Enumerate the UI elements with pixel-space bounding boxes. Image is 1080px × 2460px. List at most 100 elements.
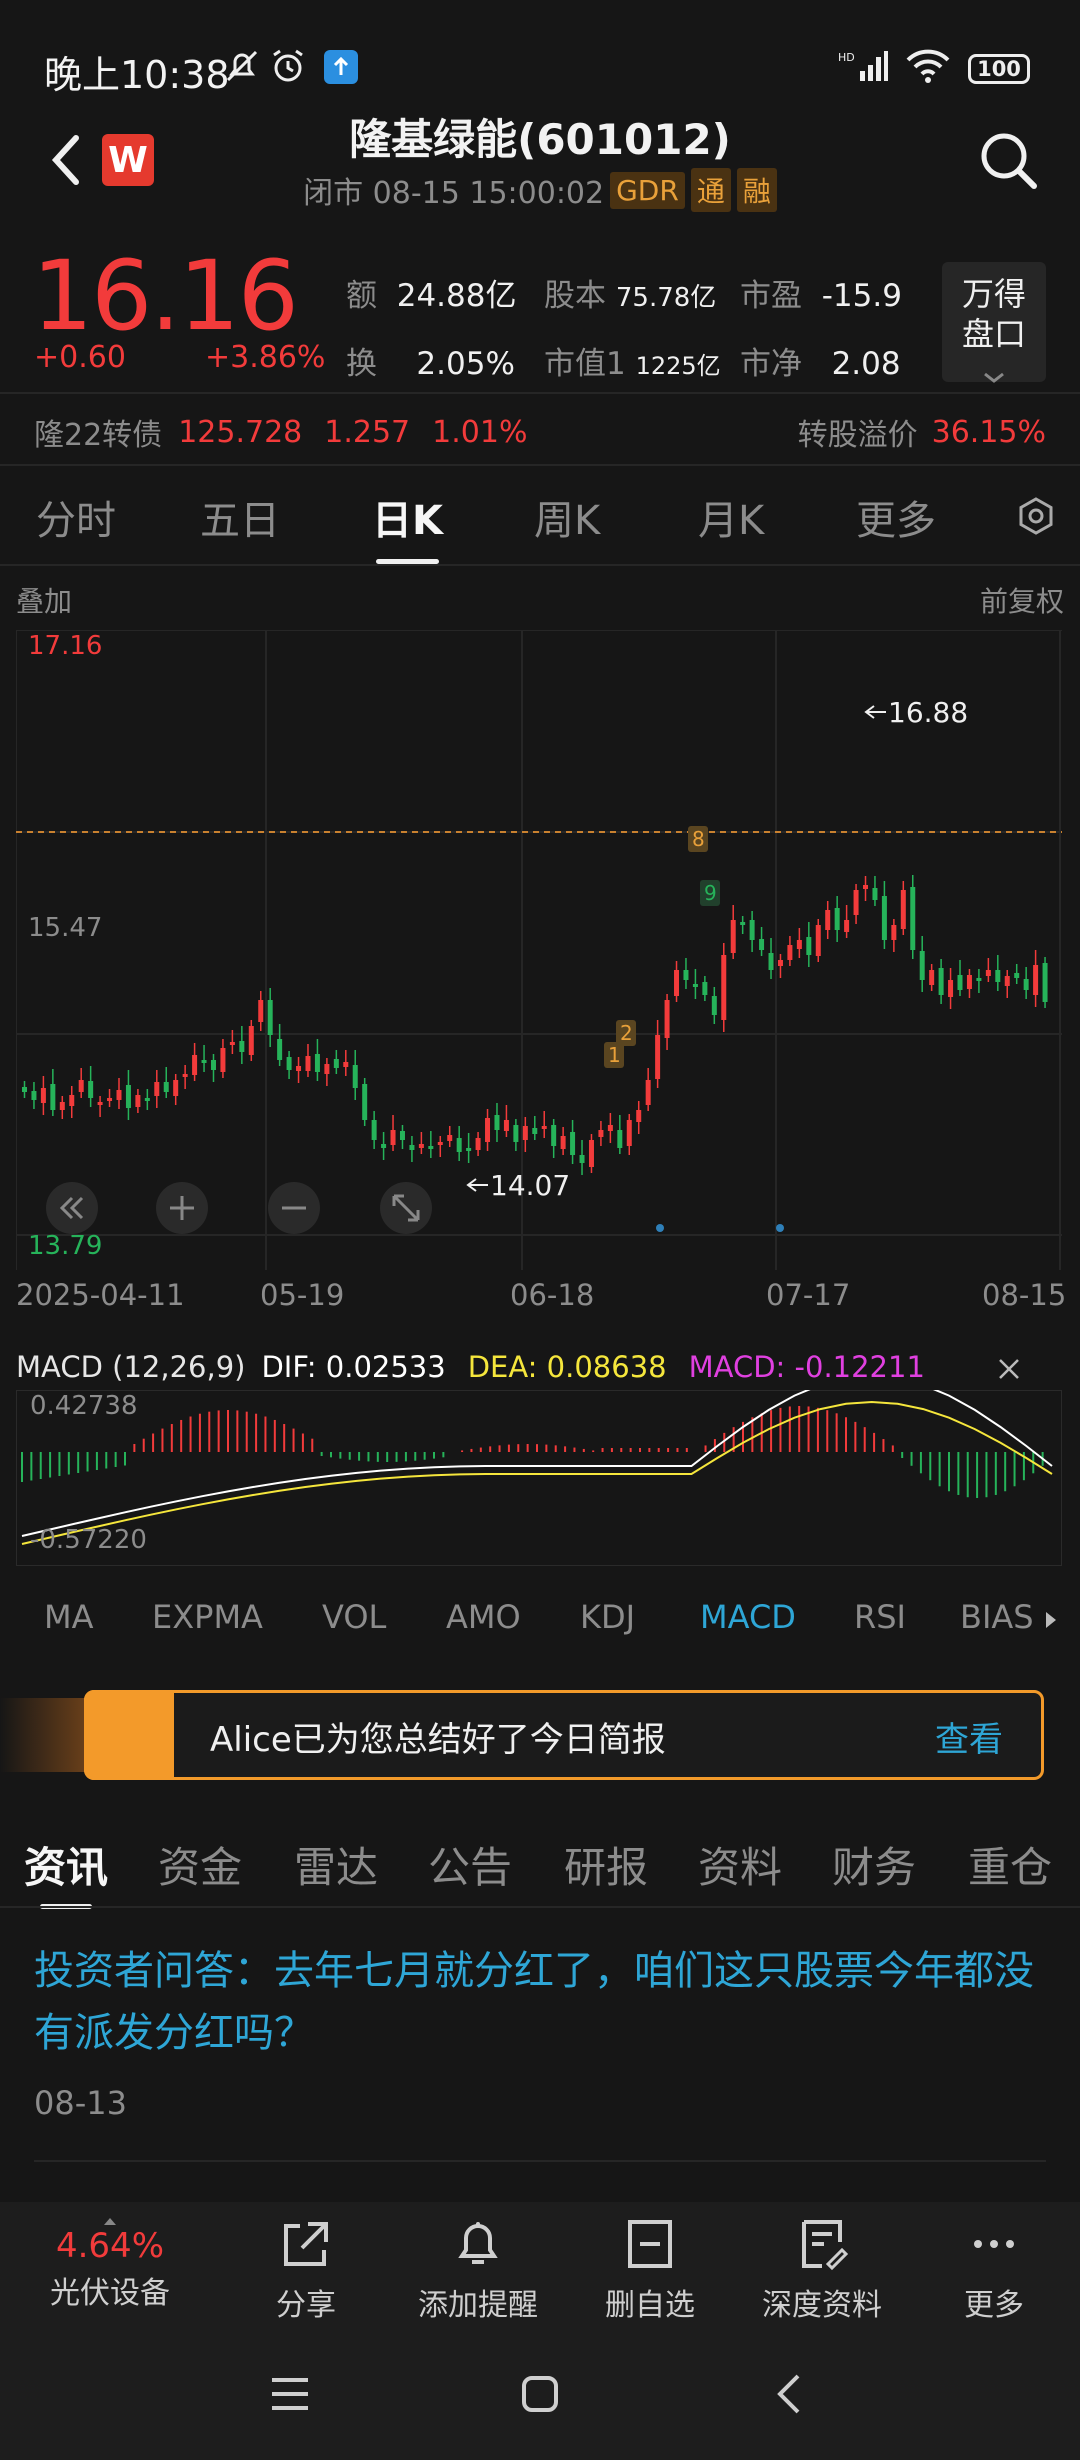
tab-intraday[interactable]: 分时 bbox=[36, 488, 116, 546]
stat-turnover: 换 2.05% bbox=[346, 346, 515, 382]
remove-watchlist-button[interactable]: 删自选 bbox=[560, 2216, 740, 2324]
price-change-pct: +3.86% bbox=[205, 340, 326, 375]
date-label: 07-17 bbox=[766, 1278, 851, 1312]
candle-body bbox=[305, 1056, 311, 1071]
candle-body bbox=[551, 1125, 557, 1146]
search-button[interactable] bbox=[976, 128, 1040, 192]
candle-body bbox=[664, 1000, 670, 1038]
kline-chart[interactable]: 17.16 15.47 13.79 16.88 14.07 1 2 8 9 bbox=[16, 630, 1062, 1270]
candle-body bbox=[910, 887, 916, 950]
candle-body bbox=[135, 1095, 141, 1107]
candle-body bbox=[399, 1131, 405, 1140]
indicator-bias[interactable]: BIAS bbox=[960, 1598, 1034, 1636]
candle-body bbox=[173, 1080, 179, 1096]
event-dot bbox=[656, 1224, 664, 1232]
more-button[interactable]: 更多 bbox=[904, 2216, 1080, 2324]
candle-body bbox=[863, 885, 869, 889]
macd-dea: DEA: 0.08638 bbox=[467, 1350, 667, 1384]
candle-body bbox=[976, 978, 982, 981]
date-label: 06-18 bbox=[510, 1278, 595, 1312]
candle-body bbox=[759, 939, 765, 950]
indicator-macd[interactable]: MACD bbox=[700, 1598, 796, 1636]
candle-body bbox=[730, 920, 736, 953]
bond-name: 隆22转债 bbox=[34, 418, 163, 453]
tab-daily-k[interactable]: 日K bbox=[372, 488, 443, 564]
sector-button[interactable]: 4.64% 光伏设备 bbox=[20, 2216, 200, 2312]
wifi-icon bbox=[904, 48, 952, 90]
wande-orderbook-button[interactable]: 万得 盘口 bbox=[942, 262, 1046, 383]
adjust-mode-button[interactable]: 前复权 bbox=[980, 580, 1064, 620]
tab-profile[interactable]: 资料 bbox=[698, 1834, 782, 1895]
indicator-kdj[interactable]: KDJ bbox=[580, 1598, 635, 1636]
chart-settings-button[interactable] bbox=[1016, 496, 1056, 540]
candle-body bbox=[598, 1130, 604, 1137]
convertible-bond-row[interactable]: 隆22转债 125.728 1.257 1.01% bbox=[34, 410, 527, 454]
news-item-date: 08-13 bbox=[34, 2084, 127, 2122]
tab-holdings[interactable]: 重仓 bbox=[968, 1834, 1052, 1895]
share-button[interactable]: 分享 bbox=[216, 2216, 396, 2324]
svg-text:9: 9 bbox=[704, 881, 717, 905]
overlay-button[interactable]: 叠加 bbox=[16, 580, 72, 620]
tab-monthly-k[interactable]: 月K bbox=[698, 488, 764, 546]
tab-funds[interactable]: 资金 bbox=[158, 1834, 242, 1895]
add-alert-button[interactable]: 添加提醒 bbox=[388, 2216, 568, 2324]
close-indicator-button[interactable] bbox=[996, 1356, 1022, 1386]
signal-icon: HD bbox=[838, 49, 888, 89]
candle-body bbox=[428, 1146, 434, 1149]
candle-body bbox=[636, 1110, 642, 1122]
tab-announcements[interactable]: 公告 bbox=[428, 1834, 512, 1895]
stock-title: 隆基绿能(601012) bbox=[349, 115, 731, 164]
ai-briefing-banner[interactable]: Alice已为您总结好了今日简报 查看 bbox=[0, 1690, 1044, 1780]
menu-icon[interactable] bbox=[268, 2374, 312, 2414]
indicator-ma[interactable]: MA bbox=[44, 1598, 94, 1636]
candle-body bbox=[239, 1041, 245, 1052]
indicator-vol[interactable]: VOL bbox=[322, 1598, 386, 1636]
share-label: 分享 bbox=[276, 2288, 336, 2323]
candle-body bbox=[702, 982, 708, 995]
tab-research[interactable]: 研报 bbox=[564, 1834, 648, 1895]
fullscreen-button[interactable] bbox=[380, 1182, 432, 1234]
candle-body bbox=[343, 1062, 349, 1067]
indicator-rsi[interactable]: RSI bbox=[854, 1598, 906, 1636]
deep-data-button[interactable]: 深度资料 bbox=[732, 2216, 912, 2324]
tab-news[interactable]: 资讯 bbox=[24, 1834, 108, 1909]
chevron-down-icon bbox=[984, 372, 1004, 383]
alice-avatar-icon bbox=[84, 1690, 174, 1780]
candle-body bbox=[834, 908, 840, 930]
view-briefing-link[interactable]: 查看 bbox=[935, 1712, 1003, 1761]
indicator-amo[interactable]: AMO bbox=[446, 1598, 521, 1636]
candle-body bbox=[881, 896, 887, 940]
triangle-right-icon[interactable] bbox=[1044, 1610, 1058, 1630]
zoom-in-button[interactable] bbox=[156, 1182, 208, 1234]
macd-chart[interactable]: 0.42738 -0.57220 bbox=[16, 1390, 1062, 1566]
candle-body bbox=[437, 1142, 443, 1145]
tab-radar[interactable]: 雷达 bbox=[294, 1834, 378, 1895]
share-icon bbox=[284, 2222, 328, 2266]
candle-body bbox=[50, 1084, 56, 1110]
remove-square-icon bbox=[628, 2220, 672, 2268]
chart-period-tabs: 分时 五日 日K 周K 月K 更多 bbox=[0, 470, 1080, 566]
indicator-expma[interactable]: EXPMA bbox=[152, 1598, 263, 1636]
market-time: 闭市 08-15 15:00:02 bbox=[303, 176, 605, 211]
candle-body bbox=[815, 925, 821, 956]
zoom-out-button[interactable] bbox=[268, 1182, 320, 1234]
candle-body bbox=[201, 1060, 207, 1063]
price-top-label: 17.16 bbox=[28, 631, 102, 661]
date-label: 2025-04-11 bbox=[16, 1278, 185, 1312]
candle-body bbox=[740, 922, 746, 925]
news-item-title[interactable]: 投资者问答：去年七月就分红了，咱们这只股票今年都没有派发分红吗？ bbox=[34, 1940, 1044, 2064]
home-icon[interactable] bbox=[518, 2372, 562, 2416]
macd-histogram bbox=[21, 1406, 1044, 1498]
status-time: 晚上10:38 bbox=[44, 53, 230, 97]
tab-weekly-k[interactable]: 周K bbox=[534, 488, 600, 546]
sector-pct: 4.64% bbox=[55, 2226, 164, 2266]
tab-more[interactable]: 更多 bbox=[856, 488, 936, 546]
candle-body bbox=[560, 1136, 566, 1149]
candle-body bbox=[277, 1039, 283, 1060]
stat-amount: 额 24.88亿 bbox=[346, 278, 517, 314]
tab-financials[interactable]: 财务 bbox=[832, 1834, 916, 1895]
tab-five-day[interactable]: 五日 bbox=[200, 488, 280, 546]
scroll-left-button[interactable] bbox=[46, 1182, 98, 1234]
price-change: +0.60 bbox=[34, 340, 126, 375]
back-nav-icon[interactable] bbox=[772, 2372, 808, 2416]
